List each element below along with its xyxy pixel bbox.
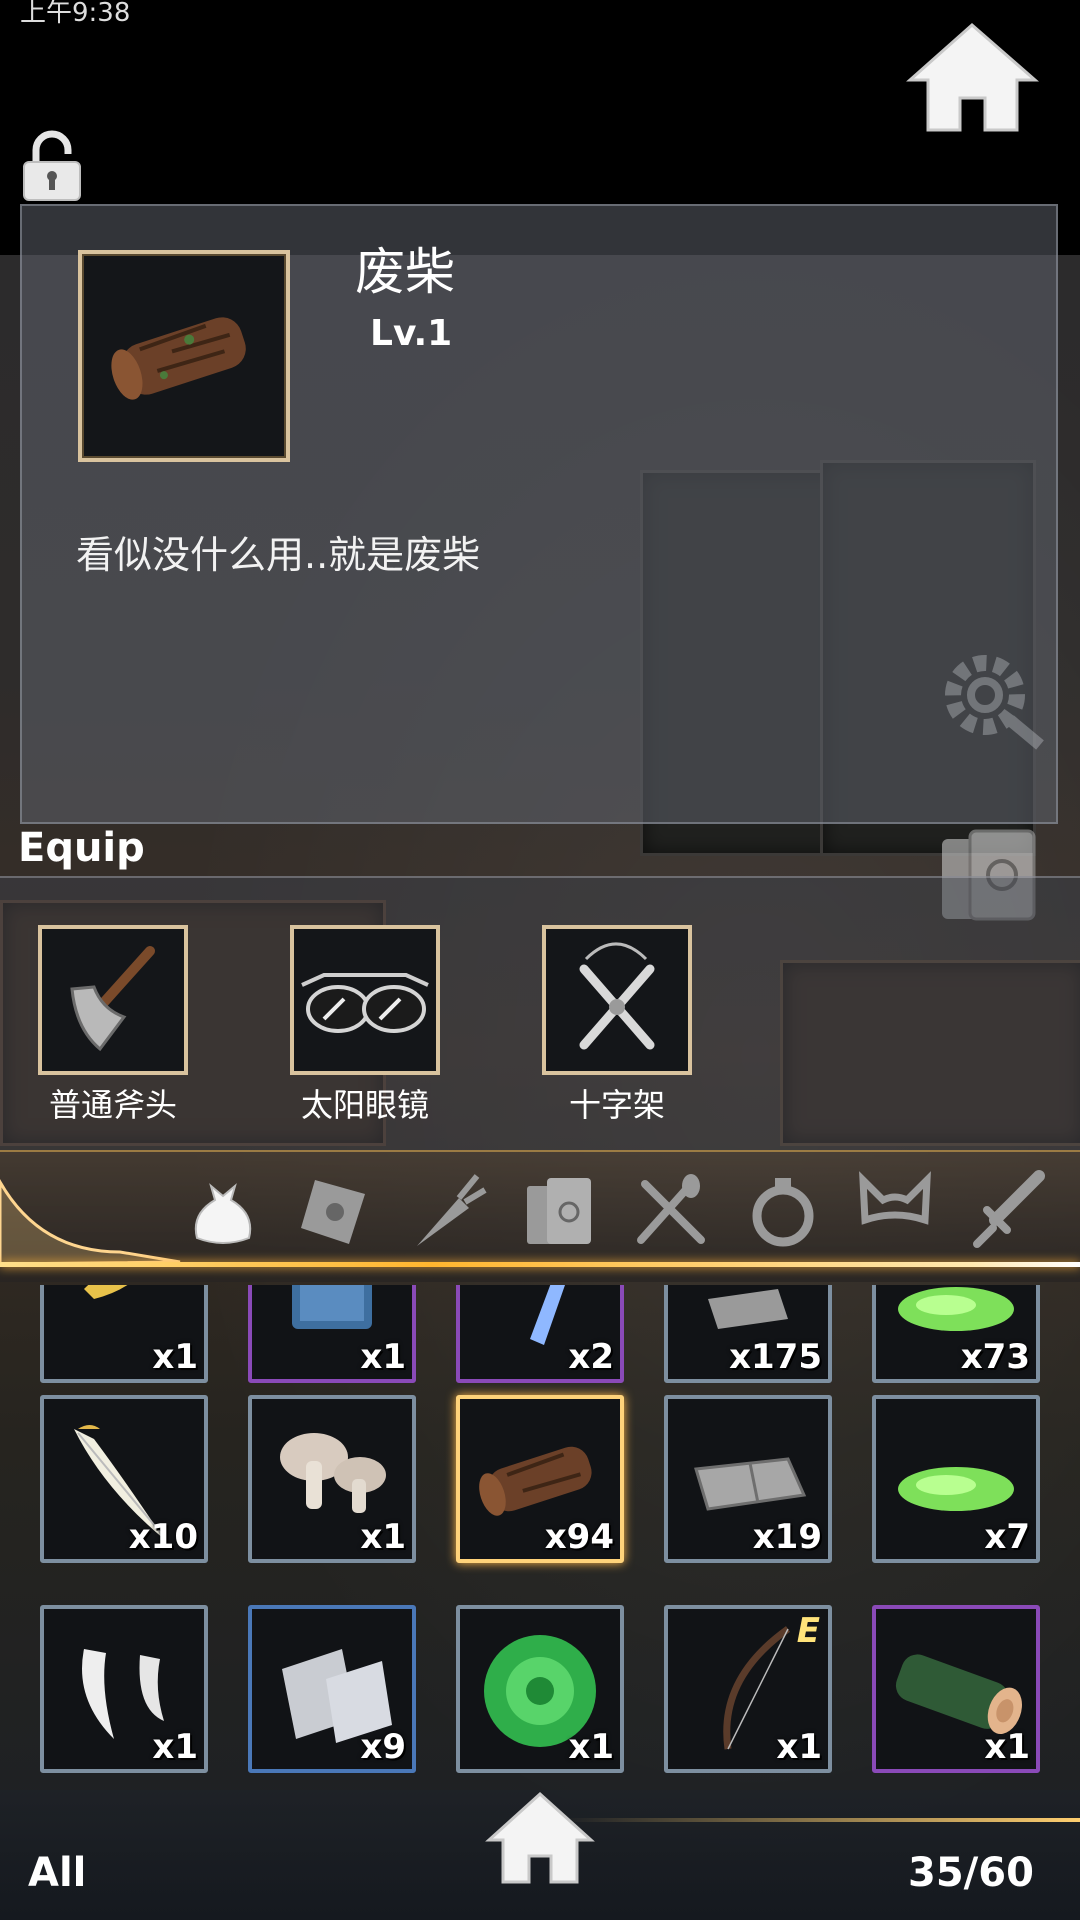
tab-bag[interactable] — [183, 1170, 263, 1250]
item-description: 看似没什么用..就是废柴 — [76, 533, 481, 577]
tab-book[interactable] — [519, 1170, 599, 1250]
bottom-divider — [560, 1818, 1080, 1822]
inventory-slot[interactable]: x1 — [40, 1285, 208, 1383]
tab-utensils[interactable] — [631, 1170, 711, 1250]
item-name: 废柴 — [355, 243, 455, 301]
firewood-icon — [111, 317, 246, 400]
inventory-slot[interactable]: x9 — [248, 1605, 416, 1773]
gear-icon[interactable] — [930, 640, 1050, 750]
equip-label-sunglasses: 太阳眼镜 — [300, 1086, 429, 1124]
inventory-slot[interactable]: x2 — [456, 1285, 624, 1383]
item-quantity: x73 — [960, 1337, 1030, 1377]
inventory-slot[interactable]: x1 — [456, 1605, 624, 1773]
inventory-slot[interactable]: x73 — [872, 1285, 1040, 1383]
utensils-icon — [637, 1174, 705, 1244]
status-time: 上午9:38 — [20, 0, 131, 28]
item-quantity: x175 — [729, 1337, 822, 1377]
axe-icon — [70, 946, 155, 1052]
item-quantity: x7 — [984, 1517, 1030, 1557]
lock-icon[interactable] — [18, 130, 88, 202]
equip-slot-sunglasses[interactable] — [290, 925, 440, 1075]
home-icon[interactable] — [905, 20, 1040, 135]
equip-title: Equip — [18, 825, 145, 871]
item-quantity: x1 — [568, 1727, 614, 1767]
item-quantity: x19 — [752, 1517, 822, 1557]
cross-icon — [579, 942, 655, 1050]
tab-cat-ears[interactable] — [855, 1170, 935, 1250]
equip-slot-cross[interactable] — [542, 925, 692, 1075]
inventory-slot[interactable]: x94 — [456, 1395, 624, 1563]
carrot-icon — [417, 1174, 487, 1246]
item-quantity: x1 — [984, 1727, 1030, 1767]
bag-icon — [194, 1183, 252, 1244]
equipped-badge: E — [796, 1611, 820, 1651]
tab-ring[interactable] — [743, 1170, 823, 1250]
inventory-slot[interactable]: x1 — [248, 1285, 416, 1383]
tab-ornament — [0, 1178, 181, 1262]
filter-all[interactable]: All — [28, 1850, 86, 1896]
inventory-slot[interactable]: x1 E — [664, 1605, 832, 1773]
equip-label-axe: 普通斧头 — [48, 1086, 177, 1124]
equip-label-cross: 十字架 — [568, 1086, 665, 1124]
inventory-slot[interactable]: x19 — [664, 1395, 832, 1563]
inventory-slot[interactable]: x7 — [872, 1395, 1040, 1563]
sunglasses-icon — [301, 973, 429, 1033]
inventory-slot[interactable]: x10 — [40, 1395, 208, 1563]
tab-sword[interactable] — [967, 1170, 1047, 1250]
inventory-slot[interactable]: x1 — [40, 1605, 208, 1773]
inventory-slot[interactable]: x175 — [664, 1285, 832, 1383]
item-quantity: x1 — [152, 1727, 198, 1767]
inventory-slot[interactable]: x1 — [248, 1395, 416, 1563]
tab-letter[interactable] — [295, 1170, 375, 1250]
selected-item-frame — [78, 250, 290, 462]
equip-slot-axe[interactable] — [38, 925, 188, 1075]
item-quantity: x1 — [776, 1727, 822, 1767]
cat-ears-icon — [859, 1171, 931, 1225]
inventory-grid: x1 x1 x2 x175 x73 x10 x1 x94 x19 x7 x1 x9 x1 x1 Ex1 — [0, 1285, 1080, 1785]
sword-icon — [973, 1170, 1045, 1248]
inventory-count: 35/60 — [908, 1850, 1034, 1896]
ring-icon — [752, 1178, 814, 1247]
item-level: Lv.1 — [370, 313, 453, 354]
tab-underline — [0, 1262, 1080, 1267]
item-quantity: x9 — [360, 1727, 406, 1767]
item-quantity: x2 — [568, 1337, 614, 1377]
item-quantity: x1 — [152, 1337, 198, 1377]
book-icon — [527, 1178, 591, 1244]
item-quantity: x94 — [544, 1517, 614, 1557]
item-quantity: x1 — [360, 1337, 406, 1377]
letter-icon — [301, 1180, 365, 1244]
home-icon[interactable] — [485, 1790, 595, 1885]
item-quantity: x1 — [360, 1517, 406, 1557]
item-quantity: x10 — [128, 1517, 198, 1557]
tab-carrot[interactable] — [407, 1170, 487, 1250]
inventory-slot[interactable]: x1 — [872, 1605, 1040, 1773]
